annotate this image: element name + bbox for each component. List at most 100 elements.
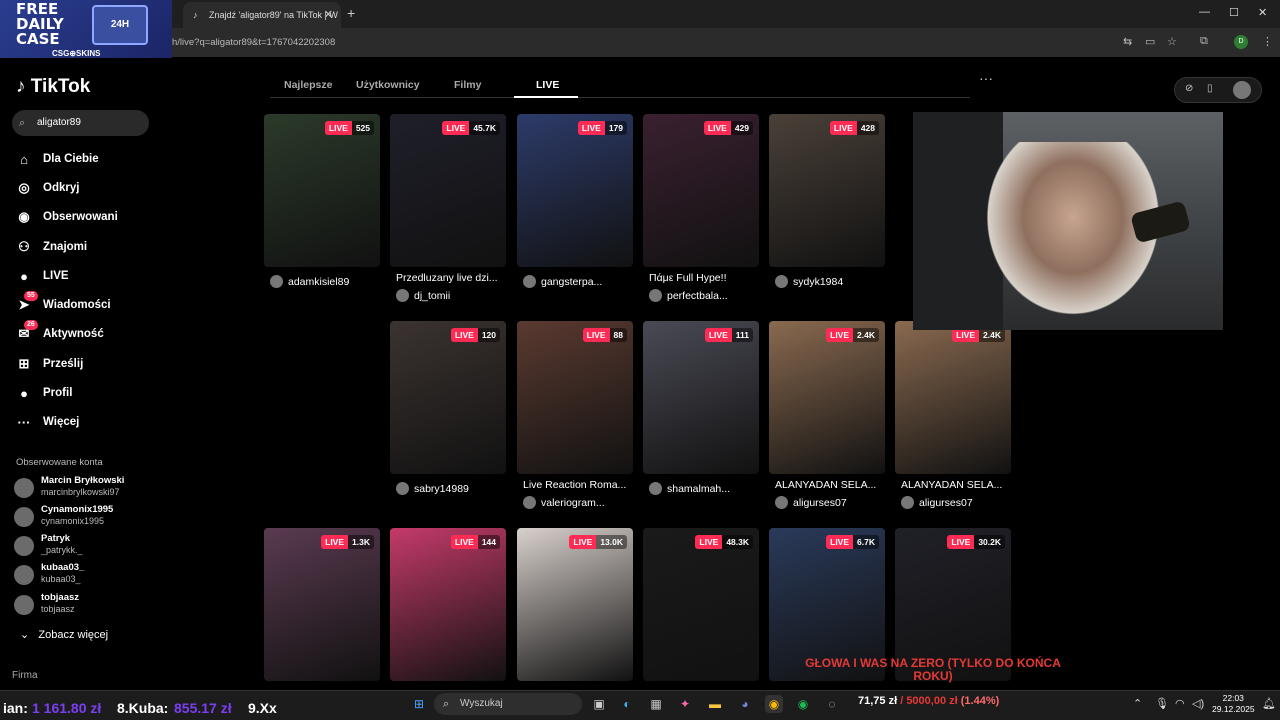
- creator-username: aligurses07: [919, 496, 973, 509]
- store-icon[interactable]: ▦: [647, 695, 665, 713]
- live-thumbnail: LIVE 88: [517, 321, 633, 474]
- live-creator[interactable]: dj_tomii: [396, 289, 506, 302]
- creator-username: perfectbala...: [667, 289, 728, 302]
- file-explorer-icon[interactable]: ▬: [706, 695, 724, 713]
- viewer-count: 2.4K: [853, 328, 879, 342]
- account-name: Marcin Bryłkowski: [41, 475, 125, 486]
- live-label: LIVE: [582, 328, 610, 342]
- followed-account[interactable]: Cynamonix1995 cynamonix1995: [14, 504, 164, 532]
- avatar: [649, 482, 662, 495]
- bookmark-star-icon[interactable]: ☆: [1167, 35, 1177, 48]
- live-creator[interactable]: aligurses07: [775, 496, 885, 509]
- live-label: LIVE: [695, 535, 723, 549]
- logo-text: TikTok: [30, 76, 91, 97]
- obs-icon[interactable]: ◌: [823, 695, 841, 713]
- sidebar-item-obserwowani[interactable]: ◉ Obserwowani: [14, 204, 164, 230]
- chrome-icon[interactable]: ◉: [765, 695, 783, 713]
- live-label: LIVE: [829, 121, 857, 135]
- microphone-icon[interactable]: 🎙︎: [1155, 697, 1169, 710]
- followed-account[interactable]: Marcin Bryłkowski marcinbrylkowski97: [14, 475, 164, 503]
- live-creator[interactable]: aligurses07: [901, 496, 1011, 509]
- sidebar-item-label: LIVE: [43, 270, 69, 282]
- followed-account[interactable]: kubaa03_ kubaa03_: [14, 562, 164, 590]
- creator-username: adamkisiel89: [288, 275, 350, 288]
- tiktok-logo[interactable]: ♪ TikTok: [16, 76, 90, 98]
- windows-start-icon[interactable]: ⊞: [410, 695, 428, 713]
- extensions-icon[interactable]: ⧉: [1200, 35, 1208, 48]
- search-input[interactable]: ⌕ aligator89: [12, 110, 149, 136]
- live-creator[interactable]: gangsterpa...: [523, 275, 633, 288]
- sidebar-item-label: Prześlij: [43, 358, 84, 370]
- volume-icon[interactable]: ◁): [1192, 697, 1204, 710]
- followed-account[interactable]: Patryk _patrykk._: [14, 533, 164, 561]
- sidebar-item-znajomi[interactable]: ⚇ Znajomi: [14, 234, 164, 260]
- translate-icon[interactable]: ⇆: [1123, 35, 1132, 48]
- live-creator[interactable]: valeriogram...: [523, 496, 633, 509]
- avatar: [14, 478, 34, 498]
- compass-tool-icon[interactable]: ⊘: [1185, 83, 1193, 94]
- tab-users[interactable]: Użytkownicy: [356, 79, 420, 91]
- account-handle: marcinbrylkowski97: [41, 487, 120, 497]
- wifi-icon[interactable]: ◠: [1175, 697, 1185, 710]
- viewer-count: 45.7K: [469, 121, 500, 135]
- url-field[interactable]: h/live?q=aligator89&t=1767042202308: [172, 37, 335, 48]
- account-handle: kubaa03_: [41, 574, 81, 584]
- more-icon: ···: [17, 414, 31, 430]
- avatar: [775, 275, 788, 288]
- sidebar-item-aktywność[interactable]: ✉ 26 Aktywność: [14, 320, 164, 347]
- footer-company-link[interactable]: Firma: [12, 670, 38, 681]
- live-label: LIVE: [947, 535, 975, 549]
- more-options-icon[interactable]: ···: [979, 70, 993, 86]
- task-view-icon[interactable]: ▣: [590, 695, 608, 713]
- edge-icon[interactable]: ◐: [618, 695, 636, 713]
- sidebar-item-dla-ciebie[interactable]: ⌂ Dla Ciebie: [14, 146, 164, 172]
- tab-close-icon[interactable]: ✕: [324, 8, 333, 21]
- live-thumbnail: LIVE 2.4K: [769, 321, 885, 474]
- taskbar-clock[interactable]: 22:03 29.12.2025: [1212, 693, 1255, 715]
- close-window-button[interactable]: ✕: [1258, 6, 1267, 19]
- minimize-button[interactable]: —: [1199, 6, 1210, 18]
- browser-profile-avatar[interactable]: D: [1234, 35, 1248, 49]
- browser-tab[interactable]: ♪ Znajdź 'aligator89' na TikTok | W ✕: [183, 2, 341, 28]
- notification-badge: 26: [24, 320, 38, 330]
- tray-chevron-icon[interactable]: ⌃: [1133, 697, 1142, 710]
- tab-live[interactable]: LIVE: [536, 79, 559, 91]
- live-creator[interactable]: sabry14989: [396, 482, 506, 495]
- copilot-icon[interactable]: ✦: [676, 695, 694, 713]
- sidebar-item-odkryj[interactable]: ◎ Odkryj: [14, 175, 164, 201]
- browser-menu-icon[interactable]: ⋮: [1262, 35, 1273, 48]
- sidebar-item-profil[interactable]: ● Profil: [14, 380, 164, 406]
- see-more-button[interactable]: ⌄ Zobacz więcej: [20, 628, 108, 641]
- taskbar-search-label: Wyszukaj: [460, 698, 503, 709]
- live-creator[interactable]: perfectbala...: [649, 289, 759, 302]
- maximize-button[interactable]: ☐: [1229, 6, 1239, 19]
- sidebar-item-prześlij[interactable]: ⊞ Prześlij: [14, 351, 164, 377]
- user-avatar[interactable]: [1233, 81, 1251, 99]
- discord-icon[interactable]: ◕: [736, 695, 754, 713]
- live-creator[interactable]: sydyk1984: [775, 275, 885, 288]
- live-creator[interactable]: shamalmah...: [649, 482, 759, 495]
- tab-videos[interactable]: Filmy: [454, 79, 481, 91]
- new-tab-button[interactable]: +: [347, 5, 355, 21]
- live-thumbnail: LIVE 525: [264, 114, 380, 267]
- sidebar-item-wiadomości[interactable]: ➤ 55 Wiadomości: [14, 291, 164, 318]
- device-icon[interactable]: ▯: [1207, 83, 1213, 94]
- live-label: LIVE: [321, 535, 349, 549]
- followed-account[interactable]: tobjaasz tobjaasz: [14, 592, 164, 620]
- live-creator[interactable]: adamkisiel89: [270, 275, 380, 288]
- tab-top[interactable]: Najlepsze: [284, 79, 332, 91]
- cast-icon[interactable]: ▭: [1145, 35, 1155, 48]
- live-badge: LIVE 2.4K: [952, 328, 1005, 342]
- following-icon: ◉: [18, 209, 30, 224]
- live-badge: LIVE 120: [450, 328, 500, 342]
- taskbar-search[interactable]: ⌕ Wyszukaj: [434, 693, 582, 715]
- live-label: LIVE: [324, 121, 352, 135]
- live-thumbnail: LIVE 120: [390, 321, 506, 474]
- spotify-icon[interactable]: ◉: [794, 695, 812, 713]
- sidebar-item-więcej[interactable]: ··· Więcej: [14, 409, 164, 435]
- live-badge: LIVE 45.7K: [442, 121, 500, 135]
- profile-icon: ●: [20, 385, 28, 401]
- sidebar-item-label: Odkryj: [43, 182, 80, 194]
- sidebar-item-live[interactable]: ● LIVE: [14, 263, 164, 289]
- notification-bell-icon[interactable]: 🔔︎: [1262, 697, 1276, 710]
